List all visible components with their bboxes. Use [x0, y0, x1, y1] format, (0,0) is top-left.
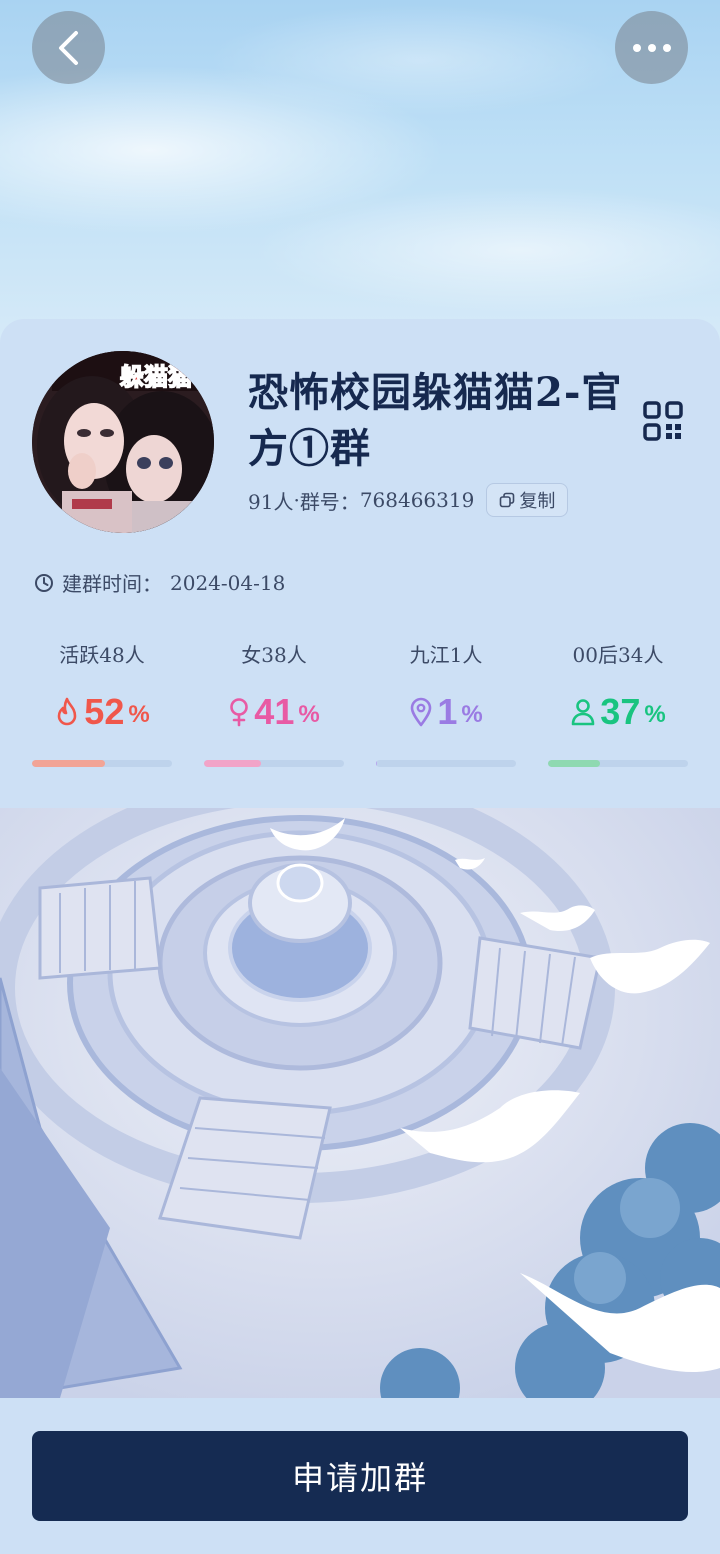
stat-bar-active [32, 760, 172, 767]
location-icon [411, 697, 432, 727]
more-dots-icon [632, 43, 671, 52]
created-date-row: 建群时间： 2024-04-18 [34, 568, 285, 597]
header-background [0, 0, 720, 360]
stat-label: 九江1人 [409, 643, 483, 667]
stat-percent: 37 [600, 691, 641, 732]
back-button[interactable] [32, 11, 105, 84]
stat-unit: % [644, 701, 666, 728]
copy-icon [500, 492, 515, 508]
flame-icon [57, 697, 77, 726]
stat-location: 九江1人 1 % [376, 639, 516, 735]
stat-value: 52 % [32, 689, 172, 735]
group-cover-illustration [0, 808, 720, 1398]
stat-percent: 41 [254, 691, 295, 732]
chevron-left-icon [58, 30, 78, 65]
created-date: 2024-04-18 [170, 570, 286, 595]
created-label: 建群时间： [62, 572, 162, 596]
stat-bar-location [376, 760, 516, 767]
group-info-card: 躲猫猫 恐怖校园躲猫猫2-官方①群 91人 · 群号： 768466319 复制… [0, 319, 720, 808]
clock-icon [35, 573, 53, 592]
bottom-action-bar: 申请加群 [0, 1398, 720, 1554]
stat-label: 活跃48人 [59, 643, 145, 667]
female-icon [230, 698, 249, 727]
group-meta: 91人 · 群号： 768466319 复制 [248, 483, 569, 517]
person-icon [571, 699, 595, 726]
copy-id-button[interactable]: 复制 [486, 483, 569, 517]
group-id: 768466319 [359, 488, 475, 512]
stat-value: 41 % [204, 689, 344, 735]
stat-label: 女38人 [241, 643, 307, 667]
stat-bar-age [548, 760, 688, 767]
join-group-button[interactable]: 申请加群 [32, 1431, 688, 1521]
stat-percent: 1 [437, 691, 458, 732]
stat-value: 1 % [376, 689, 516, 735]
stat-age: 00后34人 37 % [548, 639, 688, 735]
stat-unit: % [128, 701, 150, 728]
group-id-label: 群号： [299, 489, 360, 514]
stat-label: 00后34人 [572, 643, 664, 667]
fountain-plaza-image [0, 808, 720, 1398]
stat-bar-fill [32, 760, 105, 767]
member-count: 91人 [248, 489, 294, 514]
stat-value: 37 % [548, 689, 688, 735]
more-options-button[interactable] [615, 11, 688, 84]
stat-bar-fill [548, 760, 600, 767]
stat-unit: % [298, 701, 320, 728]
stat-bar-fill [376, 760, 378, 767]
stat-bar-fill [204, 760, 262, 767]
stat-percent: 52 [84, 691, 125, 732]
stat-unit: % [461, 701, 483, 728]
group-name: 恐怖校园躲猫猫2-官方①群 [248, 369, 623, 472]
svg-text:躲猫猫: 躲猫猫 [120, 362, 192, 391]
stat-female: 女38人 41 % [204, 639, 344, 735]
copy-label: 复制 [519, 491, 556, 512]
stat-active: 活跃48人 52 % [32, 639, 172, 735]
stat-bar-female [204, 760, 344, 767]
group-avatar[interactable]: 躲猫猫 [32, 351, 214, 533]
qr-code-icon[interactable] [643, 401, 683, 441]
avatar-image: 躲猫猫 [32, 351, 214, 533]
